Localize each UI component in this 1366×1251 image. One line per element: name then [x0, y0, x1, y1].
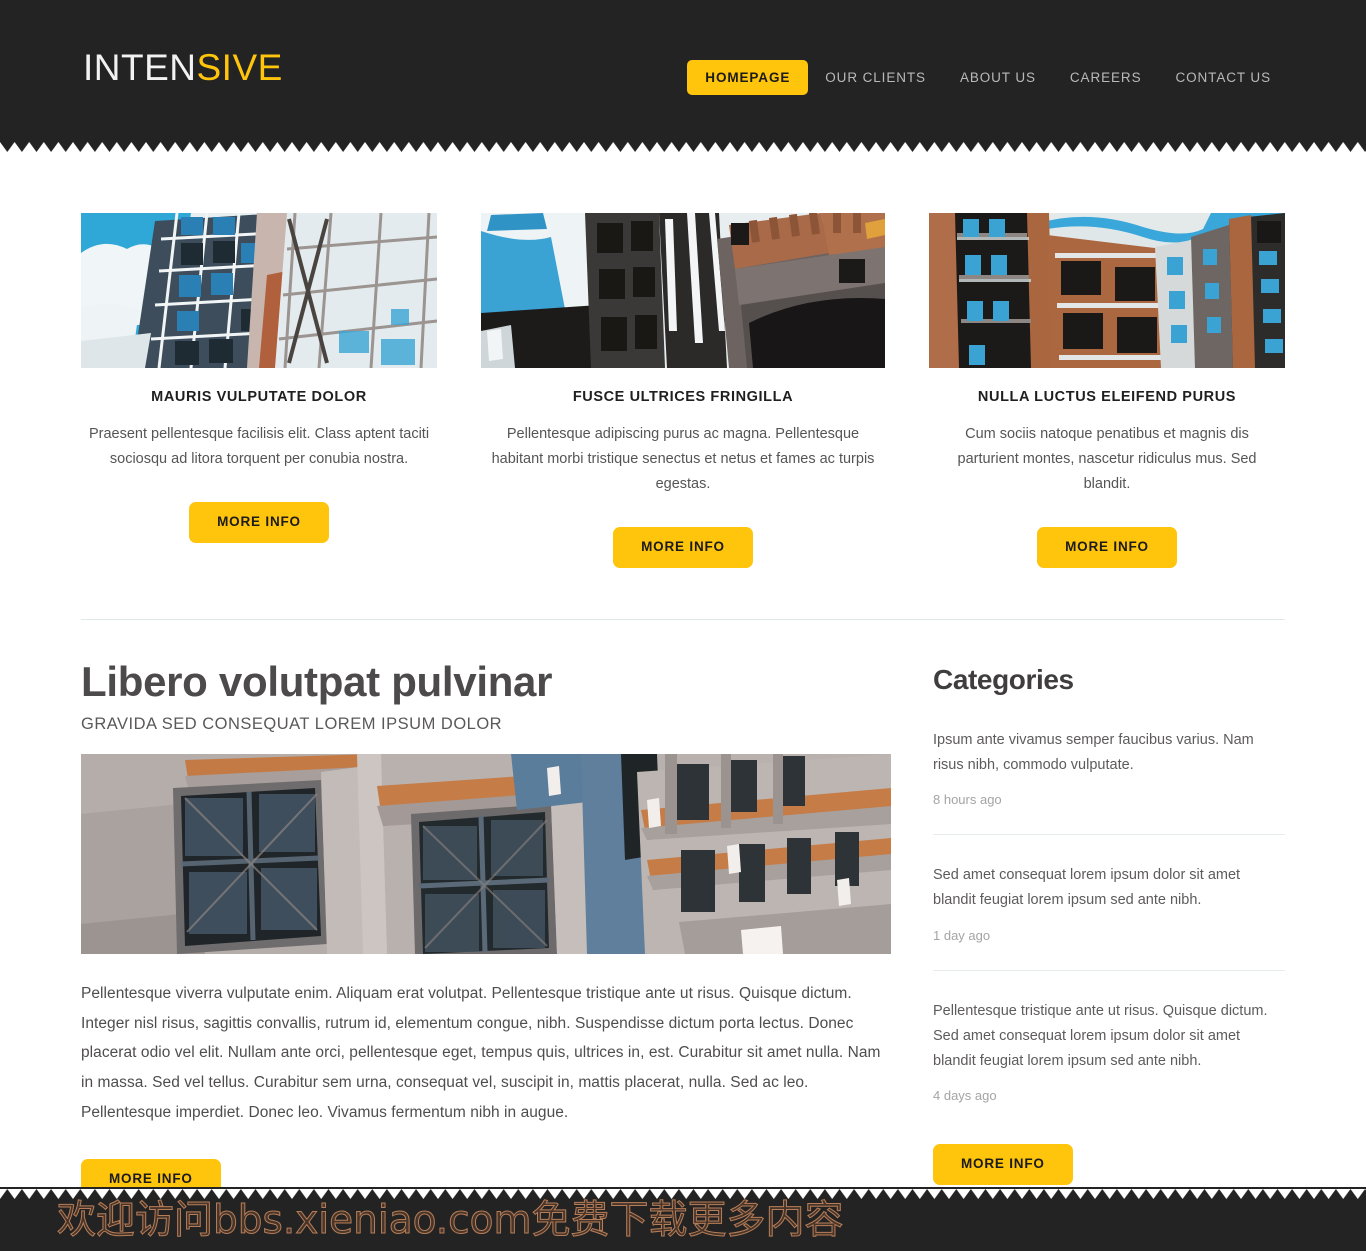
article-subtitle: GRAVIDA SED CONSEQUAT LOREM IPSUM DOLOR: [81, 714, 503, 733]
article-title: Libero volutpat pulvinar: [81, 657, 553, 705]
category-text: Ipsum ante vivamus semper faucibus variu…: [933, 731, 1254, 773]
feature-image-brick-apartments[interactable]: [929, 213, 1285, 368]
category-item[interactable]: Ipsum ante vivamus semper faucibus variu…: [933, 728, 1285, 807]
category-text: Sed amet consequat lorem ipsum dolor sit…: [933, 867, 1241, 909]
footer-watermark-text: 欢迎访问bbs.xieniao.com免费下载更多内容: [56, 1198, 844, 1243]
article-body-text: Pellentesque viverra vulputate enim. Ali…: [81, 984, 881, 1121]
feature-image-glass-tower[interactable]: [81, 213, 437, 368]
feature-text: Pellentesque adipiscing purus ac magna. …: [491, 426, 875, 493]
more-info-button[interactable]: MORE INFO: [613, 527, 753, 568]
article-column: Libero volutpat pulvinar GRAVIDA SED CON…: [81, 657, 891, 1200]
nav-item-careers[interactable]: CAREERS: [1053, 60, 1159, 95]
main-navigation: HOMEPAGE OUR CLIENTS ABOUT US CAREERS CO…: [687, 60, 1288, 95]
feature-title: NULLA LUCTUS ELEIFEND PURUS: [977, 389, 1237, 405]
sidebar-column: Categories Ipsum ante vivamus semper fau…: [933, 659, 1285, 1199]
lower-section: Libero volutpat pulvinar GRAVIDA SED CON…: [81, 620, 1285, 1200]
category-item[interactable]: Sed amet consequat lorem ipsum dolor sit…: [933, 834, 1285, 943]
feature-title: FUSCE ULTRICES FRINGILLA: [572, 389, 794, 405]
sidebar-title: Categories: [933, 663, 1074, 695]
logo-text-primary: INTEN: [83, 47, 197, 88]
main-content: MAURIS VULPUTATE DOLOR Praesent pellente…: [0, 152, 1366, 1200]
feature-card: NULLA LUCTUS ELEIFEND PURUS Cum sociis n…: [929, 213, 1285, 568]
footer-zigzag-divider: [0, 1187, 1366, 1200]
page-root: INTENSIVE HOMEPAGE OUR CLIENTS ABOUT US …: [0, 0, 1366, 1251]
feature-title: MAURIS VULPUTATE DOLOR: [151, 389, 367, 405]
category-timestamp: 4 days ago: [933, 1088, 997, 1104]
header-zigzag-divider: [0, 141, 1366, 152]
category-timestamp: 1 day ago: [933, 927, 991, 943]
feature-text: Cum sociis natoque penatibus et magnis d…: [957, 426, 1257, 493]
feature-text: Praesent pellentesque facilisis elit. Cl…: [88, 426, 430, 468]
article-image-building-facade[interactable]: [81, 753, 891, 954]
feature-card: FUSCE ULTRICES FRINGILLA Pellentesque ad…: [481, 213, 885, 568]
nav-item-contact-us[interactable]: CONTACT US: [1158, 60, 1288, 95]
sidebar-more-info-button[interactable]: MORE INFO: [933, 1144, 1073, 1185]
category-list: Ipsum ante vivamus semper faucibus variu…: [933, 728, 1285, 1104]
feature-image-city-street[interactable]: [481, 213, 885, 368]
feature-card-row: MAURIS VULPUTATE DOLOR Praesent pellente…: [81, 152, 1285, 568]
nav-item-about-us[interactable]: ABOUT US: [943, 60, 1053, 95]
category-timestamp: 8 hours ago: [933, 792, 1002, 808]
site-logo[interactable]: INTENSIVE: [83, 49, 283, 86]
feature-card: MAURIS VULPUTATE DOLOR Praesent pellente…: [81, 213, 437, 568]
site-footer: 欢迎访问bbs.xieniao.com免费下载更多内容: [0, 1187, 1366, 1251]
nav-item-homepage[interactable]: HOMEPAGE: [687, 60, 809, 95]
logo-text-accent: SIVE: [196, 47, 283, 88]
more-info-button[interactable]: MORE INFO: [1037, 527, 1177, 568]
more-info-button[interactable]: MORE INFO: [189, 502, 329, 543]
category-text: Pellentesque tristique ante ut risus. Qu…: [933, 1002, 1268, 1070]
site-header: INTENSIVE HOMEPAGE OUR CLIENTS ABOUT US …: [0, 0, 1366, 152]
nav-item-our-clients[interactable]: OUR CLIENTS: [808, 60, 943, 95]
category-item[interactable]: Pellentesque tristique ante ut risus. Qu…: [933, 969, 1285, 1104]
